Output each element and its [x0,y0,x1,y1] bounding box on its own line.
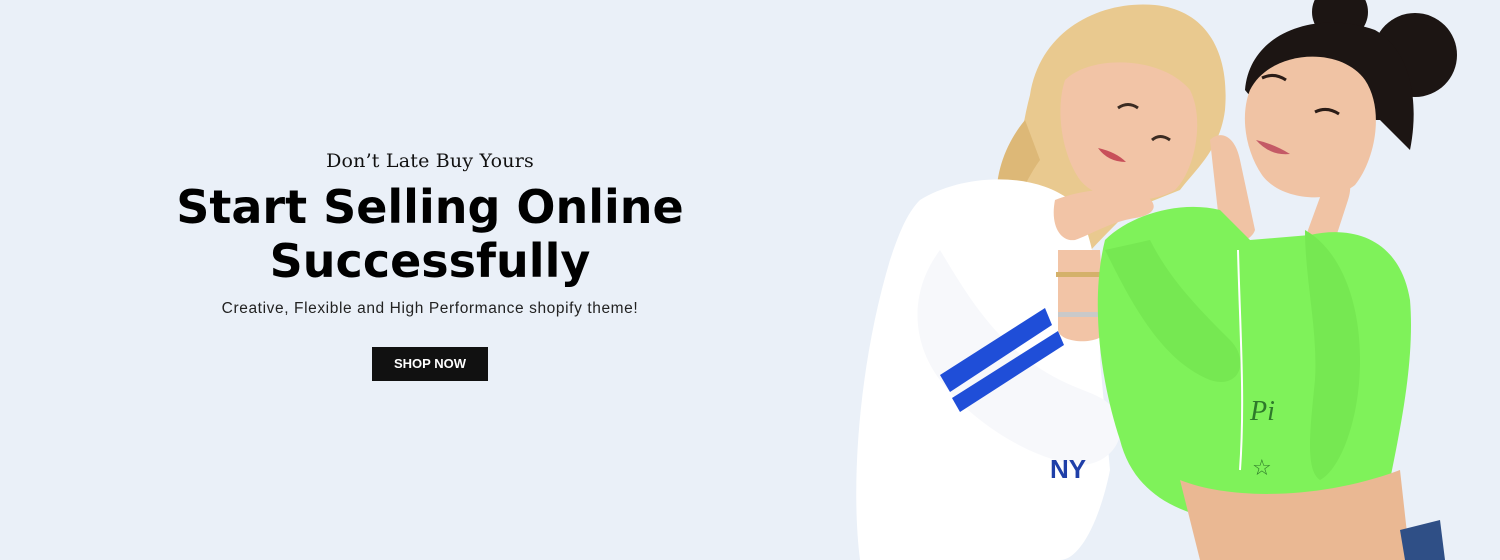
svg-text:Pi: Pi [1249,396,1275,427]
svg-text:☆: ☆ [1252,456,1272,481]
models-photo: NY Pi ☆ [800,0,1500,560]
hero-subtitle: Creative, Flexible and High Performance … [221,300,639,317]
hero-headline: Start Selling Online Successfully [150,180,710,288]
hero-content: Don’t Late Buy Yours Start Selling Onlin… [150,150,710,381]
svg-text:NY: NY [1050,454,1086,484]
headline-line-1: Start Selling Online [176,180,684,234]
hero-banner: Don’t Late Buy Yours Start Selling Onlin… [0,0,1500,560]
hero-tagline: Don’t Late Buy Yours [326,150,534,172]
headline-line-2: Successfully [269,234,591,288]
shop-now-button[interactable]: SHOP NOW [372,347,488,381]
